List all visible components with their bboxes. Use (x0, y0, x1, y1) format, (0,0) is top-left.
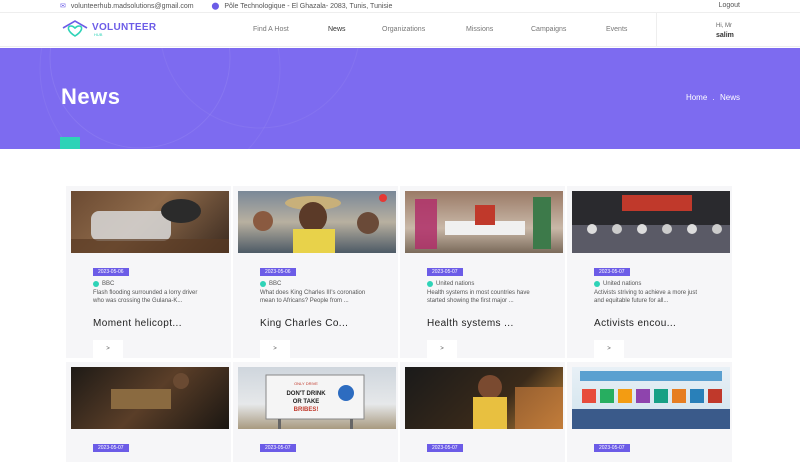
date-badge: 2023-05-07 (427, 268, 463, 276)
news-source: BBC (260, 281, 281, 287)
news-excerpt: Activists striving to achieve a more jus… (594, 290, 698, 304)
news-title[interactable]: Health systems ... (427, 318, 514, 329)
source-label: BBC (269, 281, 282, 287)
location-pin-icon: ⬤ (211, 3, 220, 10)
news-source: United nations (427, 281, 474, 287)
read-more-button[interactable]: > (427, 340, 457, 358)
date-badge: 2023-05-06 (93, 268, 129, 276)
source-label: United nations (603, 281, 642, 287)
source-dot-icon (594, 281, 600, 287)
greeting-text: Hi, Mr (716, 23, 732, 29)
email-contact[interactable]: ✉ volunteerhub.madsolutions@gmail.com (60, 2, 194, 11)
email-text: volunteerhub.madsolutions@gmail.com (70, 2, 194, 10)
nav-events[interactable]: Events (606, 26, 627, 33)
site-logo[interactable]: VOLUNTEER HUB (60, 19, 156, 39)
news-image-speaker (405, 367, 563, 429)
news-image-flood (71, 191, 229, 253)
nav-divider (656, 13, 657, 47)
news-source: BBC (93, 281, 114, 287)
news-card[interactable]: 2023-05-07 (66, 362, 231, 462)
mail-icon: ✉ (60, 3, 66, 10)
date-badge: 2023-05-07 (594, 268, 630, 276)
nav-organizations[interactable]: Organizations (382, 26, 425, 33)
address-text: Pôle Technologique - El Ghazala- 2083, T… (224, 2, 393, 10)
source-dot-icon (93, 281, 99, 287)
source-label: BBC (102, 281, 115, 287)
news-card[interactable]: ONLY DRIVE DON'T DRINK OR TAKE BRIBES! 2… (233, 362, 398, 462)
news-image-workshop (71, 367, 229, 429)
nav-find-a-host[interactable]: Find A Host (253, 26, 289, 33)
news-excerpt: Health systems in most countries have st… (427, 290, 530, 304)
page-title: News (61, 84, 121, 109)
news-image-conference (572, 191, 730, 253)
read-more-button[interactable]: > (594, 340, 624, 358)
heart-house-icon (60, 19, 90, 39)
brand-name: VOLUNTEER (92, 21, 157, 33)
news-title[interactable]: Moment helicopt... (93, 318, 182, 329)
news-card[interactable]: 2023-05-06 BBC Flash flooding surrounded… (66, 186, 231, 358)
hero-accent-square (60, 137, 80, 149)
date-badge: 2023-05-07 (93, 444, 129, 452)
news-card[interactable]: 2023-05-07 United nations Health systems… (400, 186, 565, 358)
breadcrumb-current: News (719, 93, 740, 102)
main-navbar: VOLUNTEER HUB Find A Host News Organizat… (0, 13, 800, 47)
nav-missions[interactable]: Missions (466, 26, 493, 33)
billboard-line-3: OR TAKE (293, 399, 320, 405)
news-image-billboard: ONLY DRIVE DON'T DRINK OR TAKE BRIBES! (238, 367, 396, 429)
user-name: salim (716, 32, 734, 39)
source-label: United nations (436, 281, 475, 287)
nav-news[interactable]: News (328, 26, 346, 33)
news-card[interactable]: 2023-05-07 (400, 362, 565, 462)
read-more-button[interactable]: > (93, 340, 123, 358)
news-title[interactable]: King Charles Co... (260, 318, 348, 329)
date-badge: 2023-05-06 (260, 268, 296, 276)
news-image-hospital (405, 191, 563, 253)
top-info-bar: ✉ volunteerhub.madsolutions@gmail.com ⬤ … (0, 0, 800, 13)
date-badge: 2023-05-07 (427, 444, 463, 452)
date-badge: 2023-05-07 (594, 444, 630, 452)
news-excerpt: Flash flooding surrounded a lorry driver… (93, 290, 198, 304)
user-greeting[interactable]: Hi, Mr salim (716, 22, 734, 40)
address-contact: ⬤ Pôle Technologique - El Ghazala- 2083,… (211, 2, 393, 11)
billboard-line-4: BRIBES! (294, 407, 319, 413)
billboard-line-2: DON'T DRINK (286, 391, 326, 397)
billboard-line-1: ONLY DRIVE (294, 381, 318, 386)
news-excerpt: What does King Charles III's coronation … (260, 290, 366, 304)
news-title[interactable]: Activists encou... (594, 318, 676, 329)
source-dot-icon (260, 281, 266, 287)
news-card[interactable]: 2023-05-07 United nations Activists stri… (567, 186, 732, 358)
source-dot-icon (427, 281, 433, 287)
date-badge: 2023-05-07 (260, 444, 296, 452)
news-source: United nations (594, 281, 641, 287)
breadcrumb-separator: . (712, 93, 715, 102)
page-hero-banner: News Home . News (0, 48, 800, 149)
news-card[interactable]: 2023-05-07 (567, 362, 732, 462)
news-card[interactable]: 2023-05-06 BBC What does King Charles II… (233, 186, 398, 358)
read-more-button[interactable]: > (260, 340, 290, 358)
logout-link[interactable]: Logout (719, 2, 740, 9)
breadcrumb-home[interactable]: Home (686, 93, 707, 102)
news-image-students (572, 367, 730, 429)
news-image-crowd (238, 191, 396, 253)
breadcrumb: Home . News (686, 93, 740, 102)
nav-campaigns[interactable]: Campaigns (531, 26, 566, 33)
